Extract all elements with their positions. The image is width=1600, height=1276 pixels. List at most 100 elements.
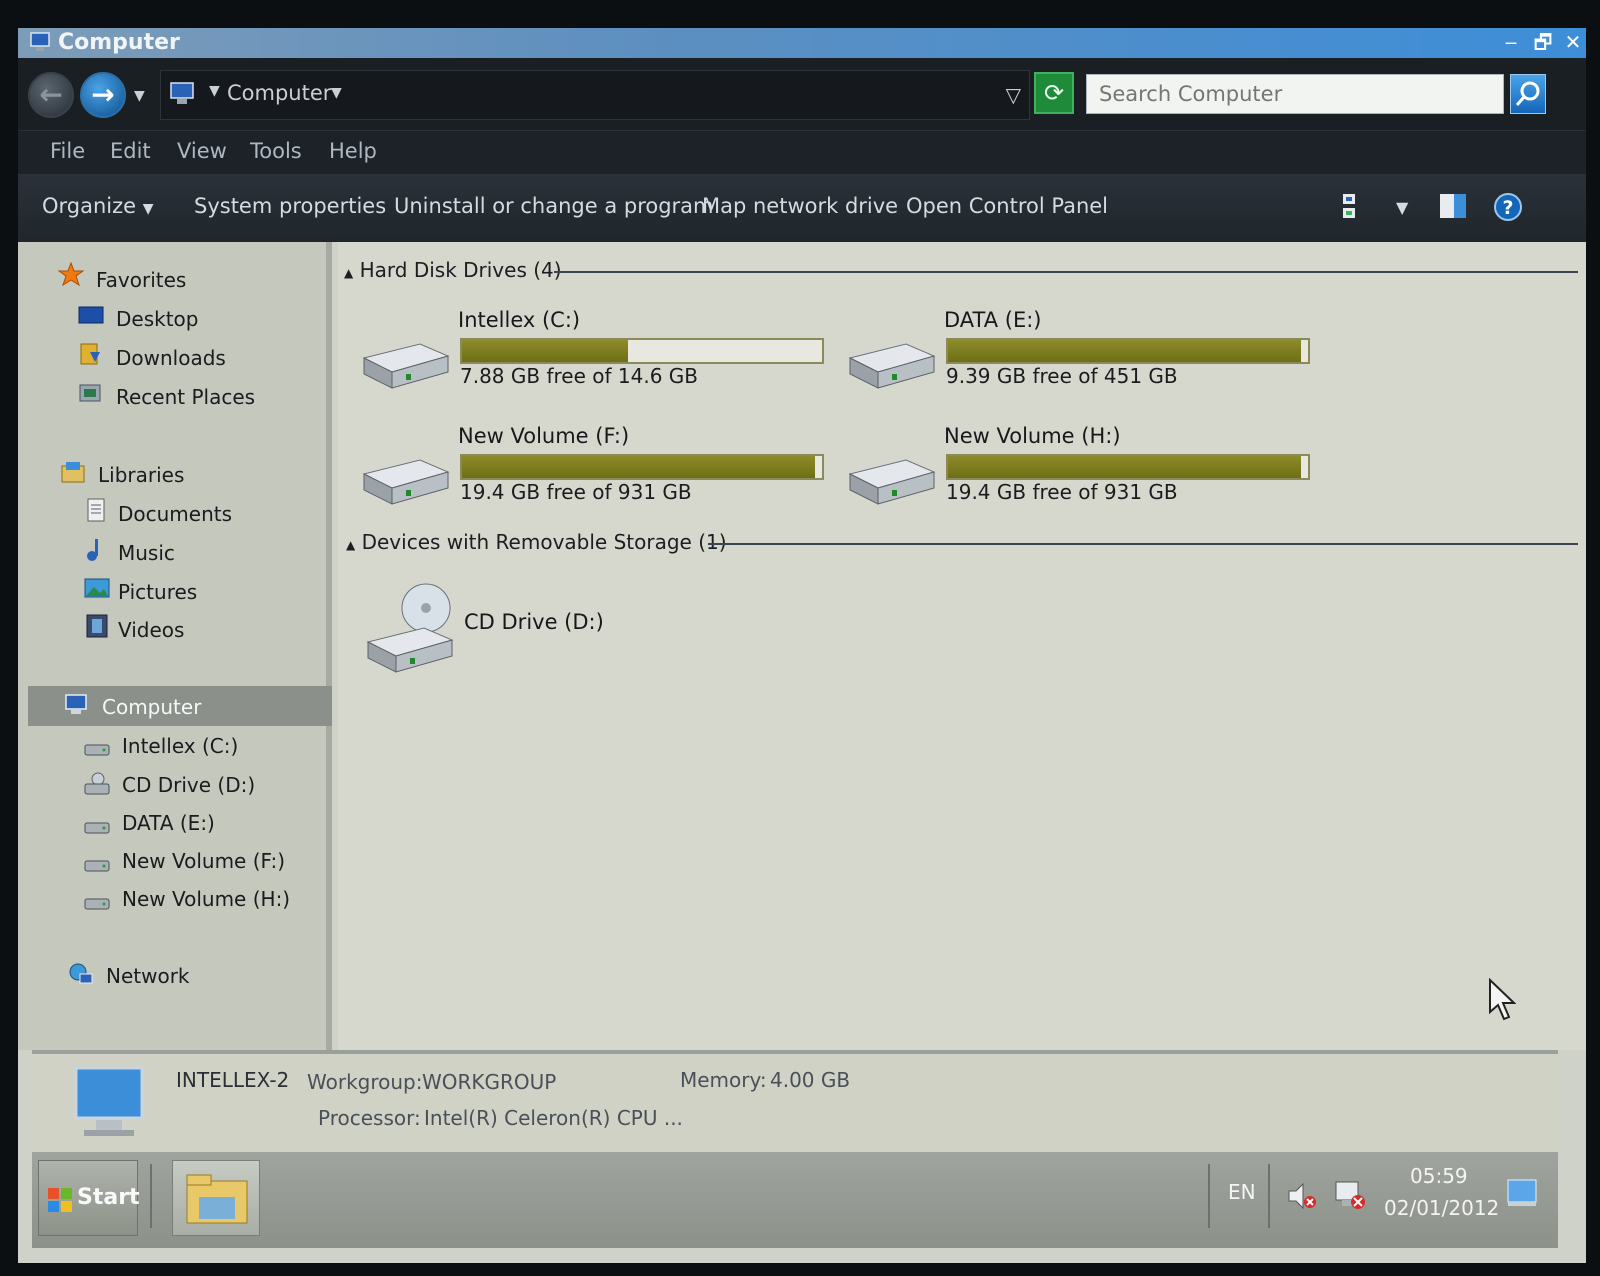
nav-music[interactable]: Music [118, 541, 175, 565]
menu-tools[interactable]: Tools [250, 139, 302, 163]
hard-drive-icon [84, 860, 110, 872]
drive-tile-f[interactable]: New Volume (F:) 19.4 GB free of 931 GB [360, 424, 840, 514]
menu-view[interactable]: View [177, 139, 227, 163]
address-history-dropdown-icon[interactable]: ▽ [1006, 83, 1021, 107]
nav-recent-places[interactable]: Recent Places [116, 385, 255, 409]
nav-drive-e[interactable]: DATA (E:) [122, 811, 215, 835]
menu-file[interactable]: File [50, 139, 85, 163]
start-button[interactable]: Start [38, 1160, 140, 1236]
refresh-button[interactable]: ⟳ [1034, 72, 1074, 114]
language-indicator[interactable]: EN [1228, 1180, 1256, 1204]
usage-bar-fill [462, 340, 628, 362]
view-options-chevron-down-icon[interactable]: ▼ [1396, 198, 1408, 217]
svg-text:?: ? [1502, 197, 1513, 219]
nav-drive-h[interactable]: New Volume (H:) [122, 887, 290, 911]
change-view-icon[interactable] [1340, 190, 1360, 224]
memory-value: 4.00 GB [770, 1068, 851, 1092]
close-button[interactable]: ✕ [1558, 30, 1588, 54]
breadcrumb-chevron-icon[interactable]: ▼ [209, 83, 220, 99]
command-bar: Organize ▼ System properties Uninstall o… [18, 174, 1586, 242]
menu-help[interactable]: Help [329, 139, 377, 163]
search-input[interactable] [1087, 75, 1503, 113]
drive-tile-d[interactable]: CD Drive (D:) [364, 580, 684, 680]
forward-arrow-icon: → [91, 78, 115, 111]
drive-free-space: 19.4 GB free of 931 GB [460, 480, 692, 504]
nav-documents[interactable]: Documents [118, 502, 232, 526]
drive-tile-e[interactable]: DATA (E:) 9.39 GB free of 451 GB [846, 308, 1326, 398]
computer-icon [30, 32, 50, 51]
usage-bar-fill [948, 340, 1301, 362]
nav-favorites[interactable]: Favorites [96, 268, 186, 292]
help-icon[interactable]: ? [1492, 190, 1524, 224]
system-properties-button[interactable]: System properties [194, 194, 386, 218]
collapse-arrow-icon: ▲ [346, 538, 356, 552]
details-pane: INTELLEX-2 Workgroup: WORKGROUP Memory: … [32, 1050, 1558, 1152]
desktop-icon [78, 306, 104, 324]
processor-value: Intel(R) Celeron(R) CPU ... [424, 1106, 683, 1130]
volume-muted-icon[interactable] [1286, 1180, 1318, 1212]
address-field[interactable]: ▼ Computer ▼ ▽ [160, 70, 1030, 120]
nav-pictures[interactable]: Pictures [118, 580, 197, 604]
breadcrumb-computer[interactable]: Computer [227, 81, 331, 105]
usage-bar-fill [462, 456, 815, 478]
window-title: Computer [58, 30, 180, 55]
nav-drive-f[interactable]: New Volume (F:) [122, 849, 285, 873]
hard-drive-icon [848, 459, 936, 505]
preview-pane-icon[interactable] [1438, 190, 1468, 224]
nav-videos[interactable]: Videos [118, 618, 184, 642]
drive-tile-c[interactable]: Intellex (C:) 7.88 GB free of 14.6 GB [360, 308, 840, 398]
windows-logo-icon [48, 1188, 72, 1212]
computer-icon [65, 694, 87, 714]
music-icon [87, 539, 98, 561]
nav-downloads[interactable]: Downloads [116, 346, 226, 370]
menu-edit[interactable]: Edit [110, 139, 151, 163]
group-divider [708, 543, 1578, 545]
documents-icon [87, 498, 105, 522]
hard-disk-group-header[interactable]: ▲ Hard Disk Drives (4) [344, 258, 562, 282]
uninstall-program-button[interactable]: Uninstall or change a program [394, 194, 714, 218]
minimize-button[interactable]: ‒ [1496, 30, 1526, 54]
removable-group-header[interactable]: ▲ Devices with Removable Storage (1) [346, 530, 727, 554]
refresh-icon: ⟳ [1043, 79, 1065, 107]
organize-button[interactable]: Organize ▼ [42, 194, 154, 218]
usage-bar-fill [948, 456, 1301, 478]
show-desktop-icon[interactable] [1506, 1178, 1538, 1208]
drive-name: Intellex (C:) [458, 308, 581, 332]
pictures-icon [84, 578, 110, 598]
nav-computer[interactable]: Computer [102, 695, 201, 719]
usage-bar [460, 454, 824, 480]
search-field[interactable] [1086, 74, 1504, 114]
map-network-drive-button[interactable]: Map network drive [702, 194, 898, 218]
nav-network[interactable]: Network [106, 964, 190, 988]
network-disconnected-icon[interactable] [1332, 1178, 1366, 1212]
breadcrumb-chevron-down-icon[interactable]: ▼ [331, 85, 342, 101]
taskbar-explorer-button[interactable] [172, 1160, 260, 1236]
back-button[interactable]: ← [28, 72, 74, 118]
nav-drive-d[interactable]: CD Drive (D:) [122, 773, 255, 797]
nav-libraries[interactable]: Libraries [98, 463, 184, 487]
restore-button[interactable]: 🗗 [1528, 30, 1558, 54]
recent-pages-dropdown-icon[interactable]: ▼ [134, 88, 145, 104]
clock-date[interactable]: 02/01/2012 [1384, 1196, 1499, 1220]
workgroup-label: Workgroup: [307, 1070, 423, 1094]
computer-icon [74, 1066, 144, 1136]
nav-drive-c[interactable]: Intellex (C:) [122, 734, 238, 758]
mouse-cursor-icon [1489, 978, 1516, 1021]
drive-tile-h[interactable]: New Volume (H:) 19.4 GB free of 931 GB [846, 424, 1326, 514]
nav-desktop[interactable]: Desktop [116, 307, 198, 331]
clock-time[interactable]: 05:59 [1410, 1164, 1468, 1188]
group-divider [554, 271, 1578, 273]
desktop-screen: Computer ‒ 🗗 ✕ ← → ▼ ▼ Computer ▼ ▽ ⟳ Se… [18, 28, 1586, 1263]
open-control-panel-button[interactable]: Open Control Panel [906, 194, 1108, 218]
computer-name: INTELLEX-2 [176, 1068, 290, 1092]
chevron-down-icon: ▼ [142, 201, 154, 217]
forward-button[interactable]: → [80, 72, 126, 118]
hard-drive-icon [362, 459, 450, 505]
hard-disk-group-label: Hard Disk Drives (4) [359, 258, 562, 282]
removable-group-label: Devices with Removable Storage (1) [361, 530, 727, 554]
window-title-bar[interactable]: Computer ‒ 🗗 ✕ [18, 28, 1586, 58]
search-button[interactable] [1510, 74, 1546, 114]
libraries-icon [61, 462, 85, 483]
taskbar-separator [1268, 1164, 1270, 1228]
usage-bar [460, 338, 824, 364]
